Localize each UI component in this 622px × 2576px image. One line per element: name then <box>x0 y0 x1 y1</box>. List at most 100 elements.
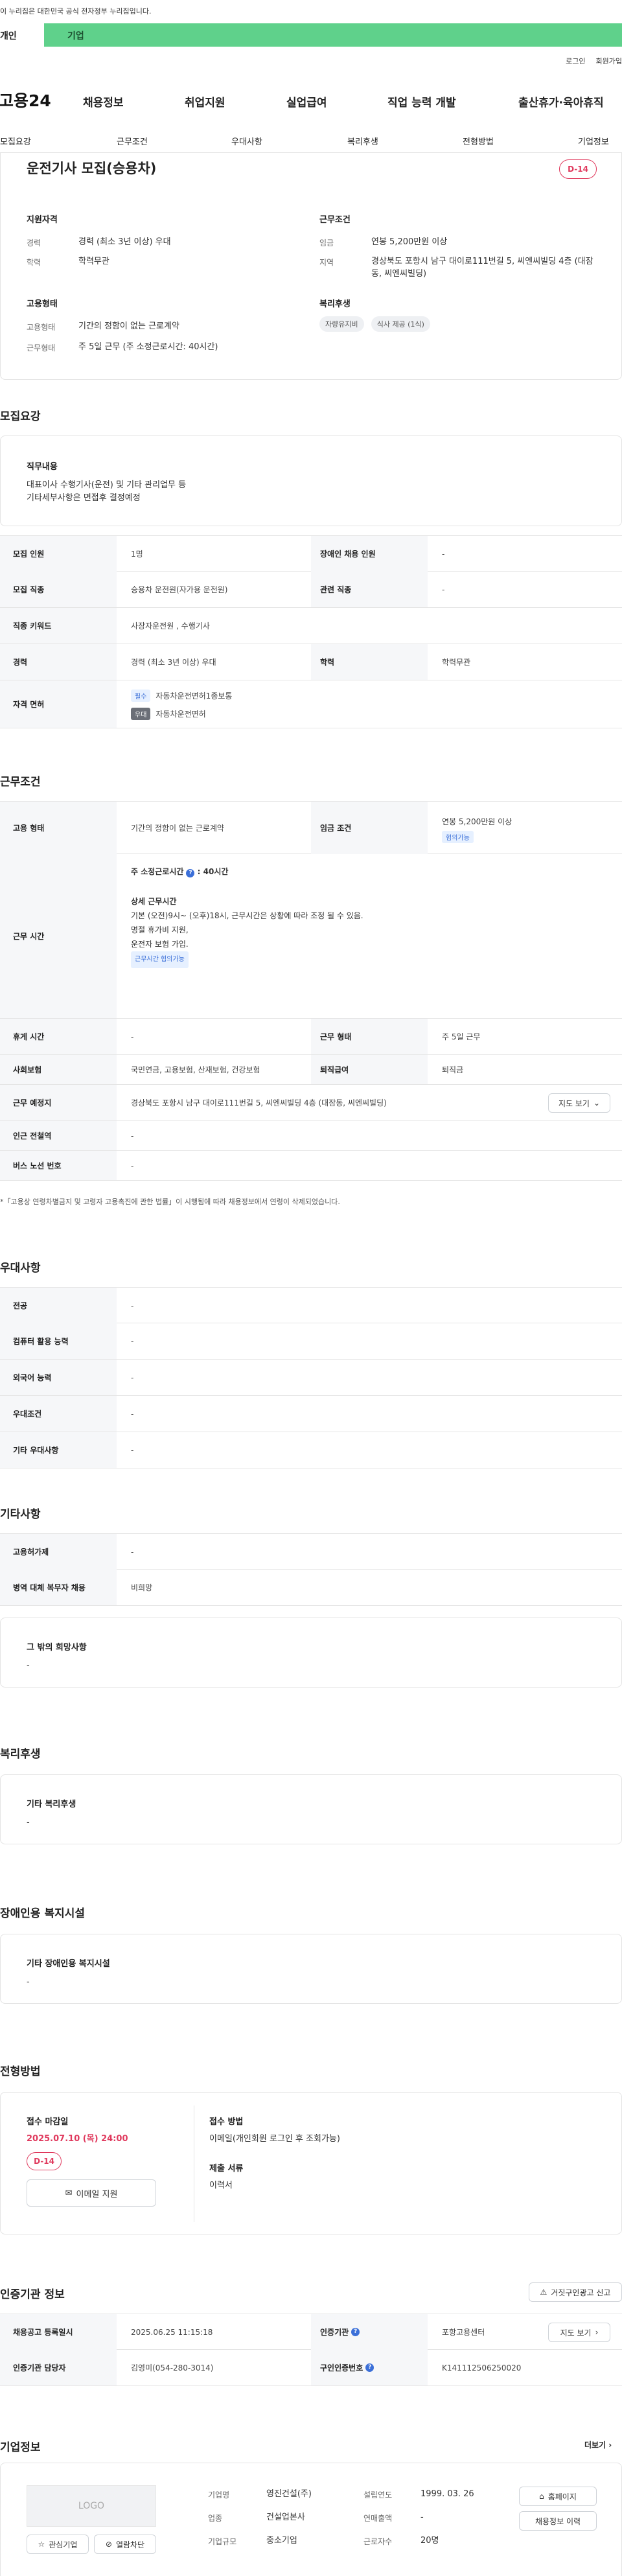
th: 근무 형태 <box>311 1019 428 1054</box>
th: 경력 <box>0 644 117 680</box>
snb-item-recruit[interactable]: 모집요강 <box>0 135 31 147</box>
table-row: 근무 예정지 경상북도 포항시 남구 대이로111번길 5, 씨엔씨빌딩 4층 … <box>0 1085 622 1121</box>
snb-item-pref[interactable]: 우대사항 <box>231 135 262 147</box>
loc-value: 경상북도 포항시 남구 대이로111번길 5, 씨엔씨빌딩 4층 (대잠동, 씨… <box>371 257 593 279</box>
th: 기타 우대사항 <box>0 1432 117 1468</box>
table-row: 버스 노선 번호 - <box>0 1151 622 1181</box>
docs-title: 제출 서류 <box>209 2164 244 2174</box>
td: 학력무관 <box>442 658 471 667</box>
disabled-box-title: 기타 장애인용 복지시설 <box>27 1959 110 1969</box>
report-label: 거짓구인광고 신고 <box>551 2288 611 2297</box>
year-value: 1999. 03. 26 <box>420 2489 474 2499</box>
map-button[interactable]: 지도 보기 ⌄ <box>548 1093 610 1113</box>
table-row: 전공 - <box>0 1287 622 1323</box>
block-view-button[interactable]: ⊘ 열람차단 <box>94 2535 156 2554</box>
welfare-box-title: 기타 복리후생 <box>27 1800 76 1809</box>
wage-value: 연봉 5,200만원 이상 <box>442 817 513 826</box>
gnb-item-benefit[interactable]: 실업급여 <box>286 93 327 110</box>
snb-item-company[interactable]: 기업정보 <box>578 135 609 147</box>
table-row: 자격 면허 필수 자동차운전면허1종보통 우대 자동차운전면허 <box>0 680 622 728</box>
company-card: LOGO ☆ 관심기업 ⊘ 열람차단 기업명 영진건설(주) 설립연도 1999. … <box>0 2463 622 2576</box>
welfare-chip: 자량유지비 <box>319 316 364 332</box>
sales-label: 연매출액 <box>363 2514 393 2523</box>
hope-card: 그 밖의 희망사항 - <box>0 1618 622 1688</box>
th: 인증기관? <box>311 2314 428 2350</box>
section-title-etc: 기타사항 <box>0 1508 41 1521</box>
block-label: 열람차단 <box>115 2540 145 2549</box>
alert-icon: ⚠ <box>540 2288 547 2297</box>
table-row: 인근 전철역 - <box>0 1121 622 1151</box>
info-icon[interactable]: ? <box>351 2328 360 2336</box>
block-icon: ⊘ <box>105 2540 112 2549</box>
tab-company[interactable]: 기업 <box>44 23 622 47</box>
required-tag: 필수 <box>131 690 151 702</box>
page-title: 운전기사 모집(승용차) <box>27 161 157 176</box>
emp-label: 고용형태 <box>27 323 56 332</box>
td: 퇴직금 <box>442 1065 464 1074</box>
gnb-item-training[interactable]: 직업 능력 개발 <box>387 93 456 110</box>
section-title-condition: 근무조건 <box>0 776 41 789</box>
homepage-label: 홈페이지 <box>547 2492 577 2501</box>
emp-value: 20명 <box>420 2536 439 2546</box>
th: 장애인 채용 인원 <box>311 536 428 572</box>
th: 모집 인원 <box>0 536 117 572</box>
td: - <box>131 1445 134 1455</box>
email-apply-button[interactable]: ✉ 이메일 지원 <box>27 2179 156 2207</box>
td: - <box>131 1161 134 1170</box>
mail-icon: ✉ <box>65 2188 73 2198</box>
join-link[interactable]: 회원가입 <box>596 56 622 66</box>
th: 버스 노선 번호 <box>0 1151 117 1180</box>
td: - <box>131 1409 134 1419</box>
td: - <box>131 1301 134 1310</box>
size-value: 중소기업 <box>266 2536 297 2546</box>
td: 주 5일 근무 <box>442 1032 481 1041</box>
wage-value: 연봉 5,200만원 이상 <box>371 237 448 247</box>
duty-line: 대표이사 수행기사(운전) 및 기타 관리업무 등 <box>27 480 187 490</box>
th: 임금 조건 <box>311 802 428 854</box>
snb-item-process[interactable]: 전형방법 <box>463 135 494 147</box>
interest-company-button[interactable]: ☆ 관심기업 <box>27 2535 89 2554</box>
th: 직종 키워드 <box>0 608 117 644</box>
login-link[interactable]: 로그인 <box>566 56 585 66</box>
info-icon[interactable]: ? <box>365 2363 374 2372</box>
td: - <box>131 1336 134 1346</box>
snb-item-condition[interactable]: 근무조건 <box>117 135 148 147</box>
welfare-box-value: - <box>27 1818 30 1828</box>
emp-title: 고용형태 <box>27 299 58 309</box>
detail-hours-line: 명절 휴가비 지원, <box>131 925 189 934</box>
name-value: 영진건설(주) <box>266 2489 312 2499</box>
company-more-link[interactable]: 더보기 › <box>584 2439 612 2450</box>
info-icon[interactable]: ? <box>186 869 195 877</box>
history-label: 채용정보 이력 <box>535 2516 581 2526</box>
agency-map-button[interactable]: 지도 보기 › <box>548 2323 610 2342</box>
more-label: 더보기 <box>584 2441 606 2450</box>
section-title-company: 기업정보 <box>0 2441 41 2454</box>
gnb-item-jobs[interactable]: 채용정보 <box>83 93 124 110</box>
tab-personal[interactable]: 개인 <box>0 23 44 47</box>
table-row: 모집 인원 1명 장애인 채용 인원 - <box>0 535 622 572</box>
gnb-item-leave[interactable]: 출산휴가·육아휴직 <box>518 93 604 110</box>
gnb-item-support[interactable]: 취업지원 <box>185 93 225 110</box>
deadline-title: 접수 마감일 <box>27 2117 69 2127</box>
th: 컴퓨터 활용 능력 <box>0 1323 117 1359</box>
logo-text: LOGO <box>78 2501 105 2511</box>
td: 2025.06.25 11:15:18 <box>131 2327 213 2337</box>
report-fake-ad-button[interactable]: ⚠ 거짓구인광고 신고 <box>529 2282 622 2302</box>
site-logo[interactable]: 고용24 <box>0 88 76 111</box>
job-history-button[interactable]: 채용정보 이력 <box>519 2511 597 2531</box>
snb-item-welfare[interactable]: 복리후생 <box>347 135 378 147</box>
td: - <box>131 1547 134 1557</box>
negotiable-tag: 협의가능 <box>442 831 474 843</box>
td: - <box>131 1131 134 1141</box>
process-card: 접수 마감일 2025.07.10 (목) 24:00 D-14 ✉ 이메일 지원… <box>0 2092 622 2234</box>
section-title-pref: 우대사항 <box>0 1262 41 1275</box>
table-row: 인증기관 담당자 김영미(054-280-3014) 구인인증번호? K1411… <box>0 2350 622 2386</box>
duty-card: 직무내용 대표이사 수행기사(운전) 및 기타 관리업무 등 기타세부사항은 면… <box>0 435 622 526</box>
hours-label: 근무형태 <box>27 343 56 353</box>
th: 사회보험 <box>0 1055 117 1084</box>
duty-line: 기타세부사항은 면접후 결정예정 <box>27 493 141 503</box>
emp-label: 근로자수 <box>363 2537 393 2546</box>
homepage-button[interactable]: ⌂ 홈페이지 <box>519 2487 597 2506</box>
disabled-card: 기타 장애인용 복지시설 - <box>0 1934 622 2004</box>
industry-label: 업종 <box>208 2514 223 2523</box>
